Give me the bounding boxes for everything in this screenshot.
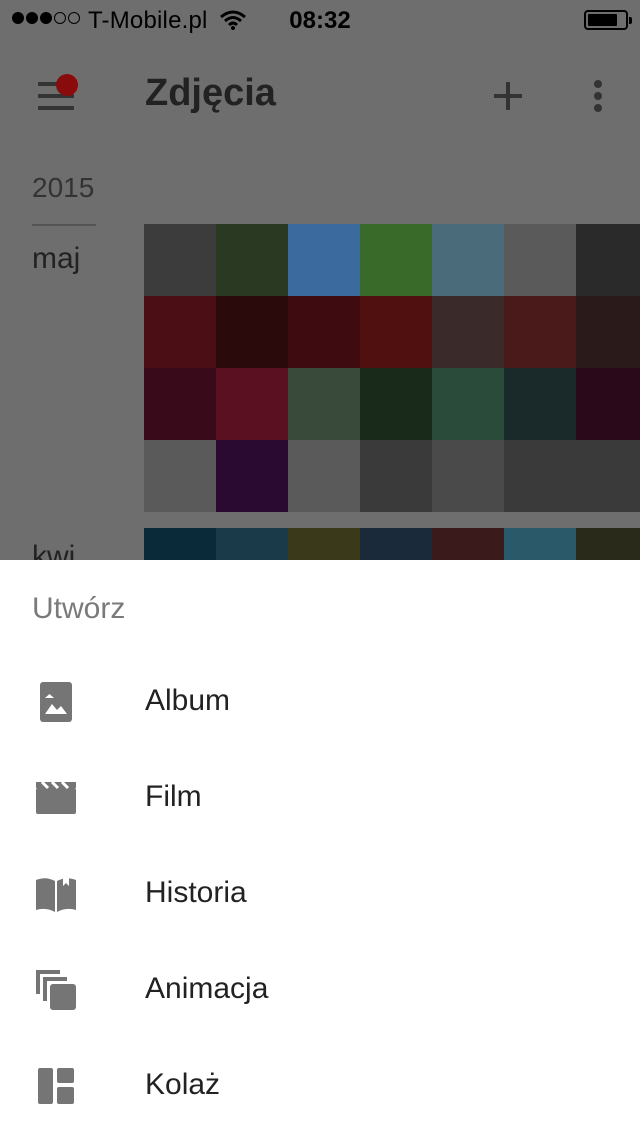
create-animation-label: Animacja [145,972,269,1005]
photo-thumbnail[interactable] [144,440,216,512]
photo-thumbnail[interactable] [576,368,640,440]
photo-thumbnail[interactable] [504,440,576,512]
top-app-bar: Zdjęcia [0,40,640,152]
sheet-title: Utwórz [32,592,126,625]
create-collage-item[interactable]: Kolaż [0,1040,640,1136]
clock: 08:32 [289,7,351,34]
create-film-label: Film [145,780,202,813]
create-album-item[interactable]: Album [0,656,640,752]
photo-grid-next [144,528,640,560]
plus-icon [494,82,522,110]
photo-thumbnail[interactable] [288,528,360,560]
status-bar: T-Mobile.pl 08:32 [0,0,640,40]
add-button[interactable] [490,76,526,116]
photo-thumbnail[interactable] [216,224,288,296]
create-story-item[interactable]: Historia [0,848,640,944]
photo-thumbnail[interactable] [360,440,432,512]
photo-thumbnail[interactable] [216,296,288,368]
photo-thumbnail[interactable] [144,368,216,440]
more-vert-icon [594,80,602,88]
photo-thumbnail[interactable] [144,296,216,368]
hamburger-menu-icon [38,106,74,110]
page-title: Zdjęcia [145,72,276,114]
photo-thumbnail[interactable] [432,296,504,368]
photo-thumbnail[interactable] [576,224,640,296]
photo-thumbnail[interactable] [144,528,216,560]
year-divider [32,224,96,226]
battery-icon [584,10,632,30]
photo-thumbnail[interactable] [432,528,504,560]
photo-thumbnail[interactable] [432,368,504,440]
photo-thumbnail[interactable] [576,528,640,560]
create-bottom-sheet: Utwórz Album Film Historia Animacja Kola… [0,560,640,1136]
photo-thumbnail[interactable] [576,440,640,512]
photo-thumbnail[interactable] [432,224,504,296]
photo-thumbnail[interactable] [504,528,576,560]
animation-stack-icon [36,970,76,1010]
month-heading: maj [32,242,81,275]
more-vert-icon [594,92,602,100]
movie-clapper-icon [36,780,76,814]
photo-thumbnail[interactable] [216,440,288,512]
photo-thumbnail[interactable] [216,368,288,440]
photo-thumbnail[interactable] [504,368,576,440]
photo-thumbnail[interactable] [216,528,288,560]
battery-level [588,14,617,26]
photo-thumbnail[interactable] [288,368,360,440]
photo-thumbnail[interactable] [360,528,432,560]
photo-thumbnail[interactable] [360,296,432,368]
photo-thumbnail[interactable] [360,224,432,296]
story-book-icon [36,874,76,912]
photo-thumbnail[interactable] [288,440,360,512]
year-heading: 2015 [32,172,95,203]
notification-badge [56,74,78,96]
photo-thumbnail[interactable] [144,224,216,296]
collage-icon [38,1068,74,1104]
more-options-button[interactable] [586,76,610,116]
photo-grid [144,224,640,512]
photo-thumbnail[interactable] [432,440,504,512]
photo-thumbnail[interactable] [576,296,640,368]
more-vert-icon [594,104,602,112]
photo-thumbnail[interactable] [288,224,360,296]
album-photo-icon [40,682,72,722]
create-film-item[interactable]: Film [0,752,640,848]
photo-thumbnail[interactable] [360,368,432,440]
create-album-label: Album [145,684,231,717]
create-story-label: Historia [145,876,247,909]
create-collage-label: Kolaż [145,1068,221,1101]
photo-thumbnail[interactable] [504,296,576,368]
create-animation-item[interactable]: Animacja [0,944,640,1040]
photo-thumbnail[interactable] [504,224,576,296]
photo-thumbnail[interactable] [288,296,360,368]
